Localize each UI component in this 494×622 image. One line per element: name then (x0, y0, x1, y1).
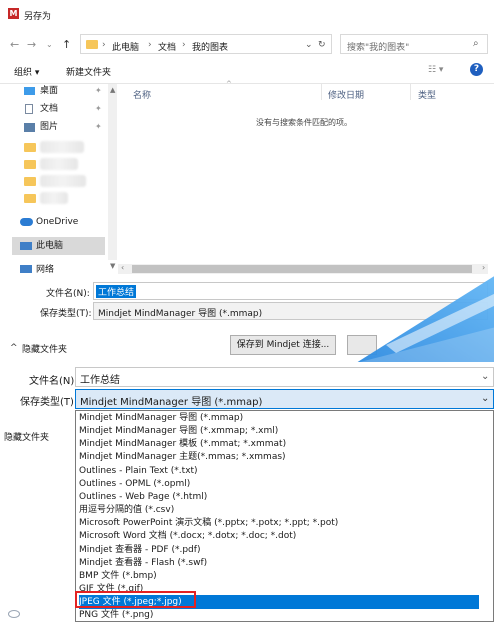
sidebar-item-pictures[interactable]: 图片 (40, 118, 58, 136)
mindmanager-app-icon: M (8, 8, 19, 19)
filetype-option[interactable]: Microsoft Word 文档 (*.docx; *.dotx; *.doc… (79, 529, 479, 543)
search-placeholder: 搜索"我的图表" (347, 43, 410, 53)
up-arrow-icon[interactable]: ↑ (62, 38, 71, 51)
folder-icon (86, 40, 98, 49)
refresh-icon[interactable]: ↻ (318, 40, 326, 50)
decorative-blue-overlay (356, 276, 494, 365)
search-input[interactable]: 搜索"我的图表" ⌕ (340, 34, 488, 54)
column-divider[interactable] (410, 84, 411, 100)
sidebar-item-network[interactable]: 网络 (36, 261, 54, 279)
breadcrumb-sep-icon: › (182, 40, 186, 50)
title-bar (0, 0, 494, 28)
partial-drive-icon (8, 610, 20, 618)
overlay-filetype-label: 保存类型(T): (20, 397, 78, 408)
breadcrumb-sep-icon: › (148, 40, 152, 50)
blurred-folder-name[interactable] (40, 192, 68, 204)
breadcrumb-my-charts[interactable]: 我的图表 (192, 40, 228, 53)
column-modified[interactable]: 修改日期 (328, 88, 364, 101)
filetype-option[interactable]: Mindjet MindManager 主题(*.mmas; *.xmmas) (79, 450, 479, 464)
help-icon[interactable]: ? (470, 63, 483, 76)
breadcrumb-this-pc[interactable]: 此电脑 (112, 40, 139, 53)
scroll-left-icon[interactable]: ‹ (121, 263, 124, 272)
blurred-folder-name[interactable] (40, 175, 86, 187)
organize-button[interactable]: 组织 ▾ (14, 65, 39, 78)
blurred-folder-name[interactable] (40, 158, 78, 170)
scroll-right-icon[interactable]: › (482, 263, 485, 272)
blurred-folder-name[interactable] (40, 141, 84, 153)
address-dropdown-icon[interactable]: ⌄ (305, 40, 313, 50)
search-icon: ⌕ (473, 38, 479, 49)
filetype-option[interactable]: Mindjet 查看器 - Flash (*.swf) (79, 556, 479, 570)
filetype-option[interactable]: Microsoft PowerPoint 演示文稿 (*.pptx; *.pot… (79, 516, 479, 530)
overlay-hide-folders[interactable]: 隐藏文件夹 (4, 430, 49, 443)
empty-message: 没有与搜索条件匹配的项。 (256, 118, 352, 127)
collapse-icon[interactable]: ^ (10, 343, 18, 353)
sidebar-item-documents[interactable]: 文档 (40, 100, 58, 118)
overlay-filetype-select[interactable]: Mindjet MindManager 导图 (*.mmap) ⌄ (75, 389, 494, 409)
filetype-option[interactable]: Outlines - Plain Text (*.txt) (79, 464, 479, 478)
scroll-up-icon[interactable]: ▲ (110, 86, 115, 94)
desktop-icon (24, 87, 35, 95)
filename-label: 文件名(N): (46, 289, 90, 299)
pin-icon[interactable]: ✦ (95, 122, 102, 131)
column-type[interactable]: 类型 (418, 88, 436, 101)
overlay-filetype-value: Mindjet MindManager 导图 (*.mmap) (80, 397, 263, 408)
filetype-option[interactable]: Mindjet 查看器 - PDF (*.pdf) (79, 543, 479, 557)
scrollbar-thumb[interactable] (132, 265, 472, 273)
overlay-filename-value: 工作总结 (80, 375, 120, 386)
filetype-option[interactable]: Outlines - OPML (*.opml) (79, 477, 479, 491)
pin-icon[interactable]: ✦ (95, 104, 102, 113)
new-folder-button[interactable]: 新建文件夹 (66, 65, 111, 78)
filename-value: 工作总结 (96, 285, 137, 298)
breadcrumb-documents[interactable]: 文档 (158, 40, 176, 53)
sidebar-item-desktop[interactable]: 桌面 (40, 82, 58, 100)
sidebar-item-this-pc[interactable]: 此电脑 (36, 237, 63, 255)
overlay-filename-label: 文件名(N): (29, 376, 78, 387)
computer-icon (20, 242, 32, 250)
folder-icon (24, 194, 36, 203)
cloud-icon (20, 218, 33, 226)
filetype-option[interactable]: Mindjet MindManager 导图 (*.mmap) (79, 411, 479, 425)
column-name[interactable]: 名称 (133, 88, 151, 101)
folder-icon (24, 143, 36, 152)
picture-icon (24, 123, 35, 132)
sidebar-item-onedrive[interactable]: OneDrive (36, 213, 78, 231)
view-options-icon[interactable]: ☷ ▾ (428, 65, 443, 75)
filetype-option[interactable]: Mindjet MindManager 导图 (*.xmmap; *.xml) (79, 424, 479, 438)
filetype-option[interactable]: Mindjet MindManager 模板 (*.mmat; *.xmmat) (79, 437, 479, 451)
recent-chevron-icon[interactable]: ⌄ (46, 40, 53, 49)
hide-folders-button[interactable]: 隐藏文件夹 (22, 342, 67, 355)
sidebar-scrollbar[interactable] (108, 84, 117, 260)
folder-icon (24, 160, 36, 169)
forward-arrow-icon[interactable]: → (27, 38, 36, 51)
filetype-option[interactable]: Outlines - Web Page (*.html) (79, 490, 479, 504)
filetype-label: 保存类型(T): (40, 309, 92, 319)
chevron-down-icon[interactable]: ⌄ (481, 371, 489, 382)
network-icon (20, 265, 32, 273)
breadcrumb-sep-icon: › (102, 40, 106, 50)
folder-icon (24, 177, 36, 186)
back-arrow-icon[interactable]: ← (10, 38, 19, 51)
window-title: 另存为 (24, 12, 52, 22)
filetype-value: Mindjet MindManager 导图 (*.mmap) (98, 309, 263, 319)
document-icon (25, 104, 33, 114)
filetype-option[interactable]: BMP 文件 (*.bmp) (79, 569, 479, 583)
highlight-box (75, 591, 196, 608)
overlay-filename-field[interactable]: 工作总结 ⌄ (75, 367, 494, 387)
sort-up-icon: ^ (226, 80, 232, 88)
save-to-mindjet-button[interactable]: 保存到 Mindjet 连接... (230, 335, 336, 355)
filetype-option[interactable]: 用逗号分隔的值 (*.csv) (79, 503, 479, 517)
chevron-down-icon[interactable]: ⌄ (481, 393, 489, 404)
scroll-down-icon[interactable]: ▼ (110, 262, 115, 270)
column-divider[interactable] (321, 84, 322, 100)
pin-icon[interactable]: ✦ (95, 86, 102, 95)
